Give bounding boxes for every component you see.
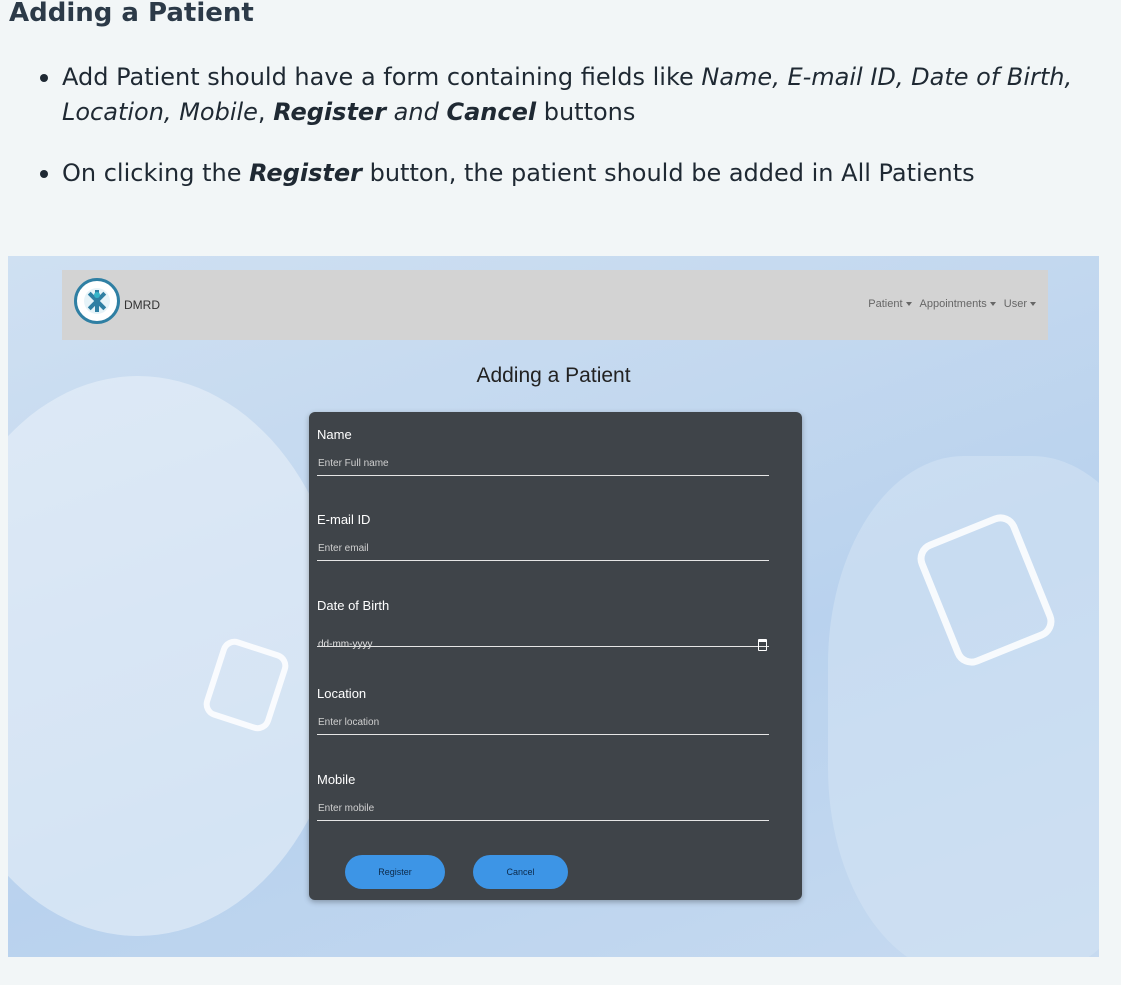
- doc-heading: Adding a Patient: [9, 0, 254, 28]
- list-text: Add Patient should have a form containin…: [62, 63, 702, 91]
- dob-input[interactable]: [317, 623, 769, 647]
- cancel-button[interactable]: Cancel: [473, 855, 568, 889]
- list-item: On clicking the Register button, the pat…: [40, 156, 1100, 191]
- list-text: and: [386, 98, 447, 126]
- list-text: button, the patient should be added in A…: [361, 159, 975, 187]
- location-label: Location: [317, 686, 367, 701]
- calendar-icon[interactable]: [758, 639, 767, 651]
- list-item: Add Patient should have a form containin…: [40, 60, 1100, 130]
- mobile-field-group: Mobile: [317, 772, 769, 821]
- nav-label: User: [1003, 298, 1027, 310]
- requirements-list: Add Patient should have a form containin…: [40, 60, 1100, 191]
- form-title: Adding a Patient: [476, 364, 631, 387]
- patient-form: Name E-mail ID Date of Birth dd-mm-yyyy …: [309, 412, 802, 900]
- app-screenshot: DMRD Patient Appointments User Adding a …: [8, 256, 1099, 957]
- email-input[interactable]: [317, 537, 769, 561]
- mobile-input[interactable]: [317, 797, 769, 821]
- nav-label: Patient: [868, 298, 903, 310]
- email-field-group: E-mail ID: [317, 512, 769, 561]
- dob-field-group: Date of Birth dd-mm-yyyy: [317, 598, 769, 651]
- nav-menu: Patient Appointments User: [868, 298, 1036, 310]
- list-text: On clicking the: [62, 159, 250, 187]
- nav-patient[interactable]: Patient: [868, 298, 912, 310]
- caret-down-icon: [1030, 302, 1036, 307]
- list-text: buttons: [536, 98, 636, 126]
- mobile-label: Mobile: [317, 772, 356, 787]
- nav-label: Appointments: [919, 298, 987, 310]
- name-label: Name: [317, 427, 352, 442]
- nav-appointments[interactable]: Appointments: [920, 298, 996, 310]
- dob-label: Date of Birth: [317, 598, 390, 613]
- list-register-text: Register: [249, 159, 362, 187]
- dob-placeholder: dd-mm-yyyy: [318, 639, 373, 650]
- caret-down-icon: [905, 302, 912, 307]
- nav-user[interactable]: User: [1004, 298, 1036, 310]
- email-label: E-mail ID: [317, 512, 371, 527]
- dob-input-wrapper: dd-mm-yyyy: [317, 623, 769, 651]
- location-input[interactable]: [317, 711, 769, 735]
- name-input[interactable]: [317, 452, 769, 476]
- list-register-text: Register: [273, 98, 387, 126]
- register-button[interactable]: Register: [345, 855, 445, 889]
- logo-icon[interactable]: [74, 278, 120, 324]
- list-text: ,: [257, 98, 274, 126]
- location-field-group: Location: [317, 686, 769, 735]
- list-cancel-text: Cancel: [446, 98, 537, 126]
- name-field-group: Name: [317, 427, 769, 476]
- caret-down-icon: [989, 302, 996, 307]
- brand-name[interactable]: DMRD: [124, 298, 160, 312]
- background-shape: [8, 376, 348, 936]
- navbar: DMRD Patient Appointments User: [62, 270, 1048, 340]
